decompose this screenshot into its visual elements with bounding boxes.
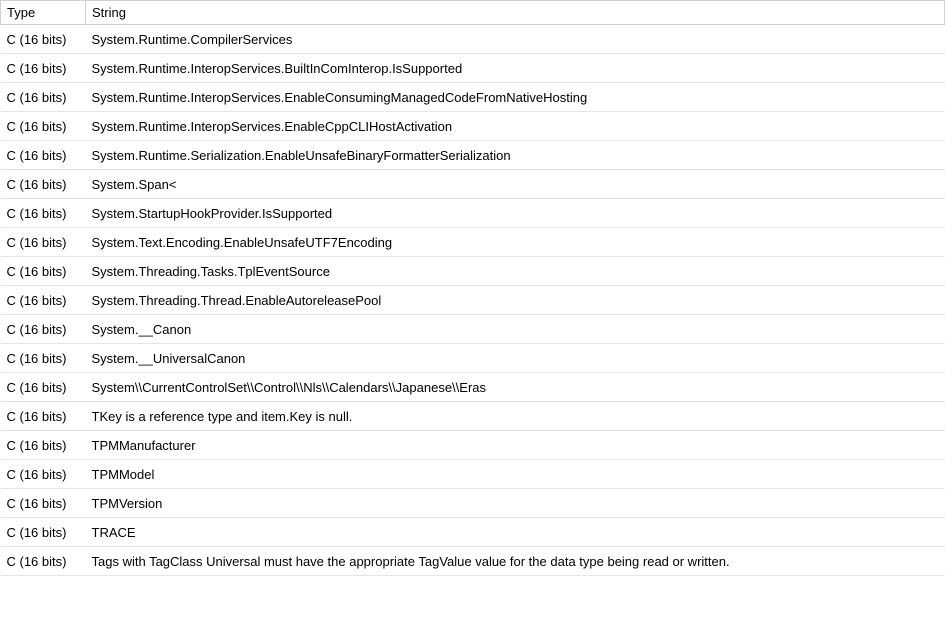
cell-type: C (16 bits) <box>1 547 86 576</box>
table-row[interactable]: C (16 bits)System.Threading.Thread.Enabl… <box>1 286 945 315</box>
cell-string: System.__UniversalCanon <box>86 344 945 373</box>
column-header-string[interactable]: String <box>86 1 945 25</box>
table-row[interactable]: C (16 bits)System\\CurrentControlSet\\Co… <box>1 373 945 402</box>
cell-type: C (16 bits) <box>1 402 86 431</box>
cell-type: C (16 bits) <box>1 25 86 54</box>
table-row[interactable]: C (16 bits)System.Text.Encoding.EnableUn… <box>1 228 945 257</box>
cell-string: TKey is a reference type and item.Key is… <box>86 402 945 431</box>
cell-string: TPMModel <box>86 460 945 489</box>
table-row[interactable]: C (16 bits)TPMVersion <box>1 489 945 518</box>
table-row[interactable]: C (16 bits)System.__UniversalCanon <box>1 344 945 373</box>
table-row[interactable]: C (16 bits)TRACE <box>1 518 945 547</box>
cell-type: C (16 bits) <box>1 373 86 402</box>
table-row[interactable]: C (16 bits)System.Runtime.InteropService… <box>1 112 945 141</box>
cell-string: System.Runtime.InteropServices.EnableCpp… <box>86 112 945 141</box>
cell-type: C (16 bits) <box>1 344 86 373</box>
cell-type: C (16 bits) <box>1 170 86 199</box>
table-row[interactable]: C (16 bits)TPMManufacturer <box>1 431 945 460</box>
strings-table: Type String C (16 bits)System.Runtime.Co… <box>0 0 945 576</box>
table-row[interactable]: C (16 bits)System.Threading.Tasks.TplEve… <box>1 257 945 286</box>
cell-string: TRACE <box>86 518 945 547</box>
table-row[interactable]: C (16 bits)System.Runtime.InteropService… <box>1 83 945 112</box>
cell-type: C (16 bits) <box>1 315 86 344</box>
cell-type: C (16 bits) <box>1 228 86 257</box>
table-row[interactable]: C (16 bits)Tags with TagClass Universal … <box>1 547 945 576</box>
cell-type: C (16 bits) <box>1 431 86 460</box>
cell-type: C (16 bits) <box>1 112 86 141</box>
cell-string: System.Runtime.Serialization.EnableUnsaf… <box>86 141 945 170</box>
cell-type: C (16 bits) <box>1 141 86 170</box>
table-row[interactable]: C (16 bits)System.Runtime.InteropService… <box>1 54 945 83</box>
cell-string: System.Runtime.InteropServices.BuiltInCo… <box>86 54 945 83</box>
cell-string: System.__Canon <box>86 315 945 344</box>
cell-type: C (16 bits) <box>1 54 86 83</box>
cell-string: TPMVersion <box>86 489 945 518</box>
cell-string: System.Threading.Thread.EnableAutoreleas… <box>86 286 945 315</box>
cell-string: System.Span< <box>86 170 945 199</box>
cell-string: Tags with TagClass Universal must have t… <box>86 547 945 576</box>
table-row[interactable]: C (16 bits)System.Span< <box>1 170 945 199</box>
cell-string: System.Runtime.InteropServices.EnableCon… <box>86 83 945 112</box>
cell-type: C (16 bits) <box>1 199 86 228</box>
cell-string: System.Threading.Tasks.TplEventSource <box>86 257 945 286</box>
table-row[interactable]: C (16 bits)System.Runtime.Serialization.… <box>1 141 945 170</box>
table-header-row: Type String <box>1 1 945 25</box>
cell-type: C (16 bits) <box>1 83 86 112</box>
cell-type: C (16 bits) <box>1 257 86 286</box>
cell-string: TPMManufacturer <box>86 431 945 460</box>
cell-type: C (16 bits) <box>1 286 86 315</box>
cell-type: C (16 bits) <box>1 518 86 547</box>
cell-string: System.Runtime.CompilerServices <box>86 25 945 54</box>
table-row[interactable]: C (16 bits)TKey is a reference type and … <box>1 402 945 431</box>
table-row[interactable]: C (16 bits)System.__Canon <box>1 315 945 344</box>
table-row[interactable]: C (16 bits)TPMModel <box>1 460 945 489</box>
column-header-type[interactable]: Type <box>1 1 86 25</box>
table-row[interactable]: C (16 bits)System.StartupHookProvider.Is… <box>1 199 945 228</box>
cell-string: System.StartupHookProvider.IsSupported <box>86 199 945 228</box>
cell-string: System\\CurrentControlSet\\Control\\Nls\… <box>86 373 945 402</box>
cell-type: C (16 bits) <box>1 460 86 489</box>
cell-type: C (16 bits) <box>1 489 86 518</box>
cell-string: System.Text.Encoding.EnableUnsafeUTF7Enc… <box>86 228 945 257</box>
table-row[interactable]: C (16 bits)System.Runtime.CompilerServic… <box>1 25 945 54</box>
